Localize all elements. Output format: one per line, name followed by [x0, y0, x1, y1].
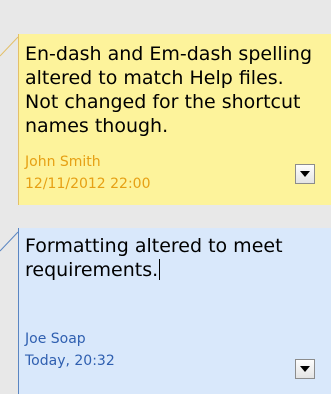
comment-text-editing[interactable]: Formatting altered to meet requirements.	[25, 234, 323, 282]
comment-anchor-line-2	[0, 231, 19, 252]
comment-text-content: Formatting altered to meet requirements.	[25, 235, 283, 281]
comment-timestamp: 12/11/2012 22:00	[25, 176, 151, 192]
comment-meta: Joe Soap Today, 20:32	[25, 328, 115, 372]
comment-balloon[interactable]: En-dash and Em-dash spelling altered to …	[18, 34, 331, 205]
comment-menu-button[interactable]	[295, 164, 315, 184]
comments-margin-gap	[0, 205, 331, 228]
text-caret	[159, 259, 161, 280]
chevron-down-icon	[300, 366, 310, 372]
comment-text[interactable]: En-dash and Em-dash spelling altered to …	[25, 40, 323, 138]
comment-author: John Smith	[25, 154, 101, 170]
comment-meta: John Smith 12/11/2012 22:00	[25, 151, 151, 195]
comment-balloon-active[interactable]: Formatting altered to meet requirements.…	[18, 228, 331, 394]
comment-anchor-line-1	[0, 36, 19, 57]
comment-menu-button[interactable]	[295, 359, 315, 379]
comment-author: Joe Soap	[25, 331, 86, 347]
comment-timestamp: Today, 20:32	[25, 353, 115, 369]
comments-margin-top	[0, 0, 331, 34]
chevron-down-icon	[300, 171, 310, 177]
comments-pane: En-dash and Em-dash spelling altered to …	[0, 0, 331, 394]
